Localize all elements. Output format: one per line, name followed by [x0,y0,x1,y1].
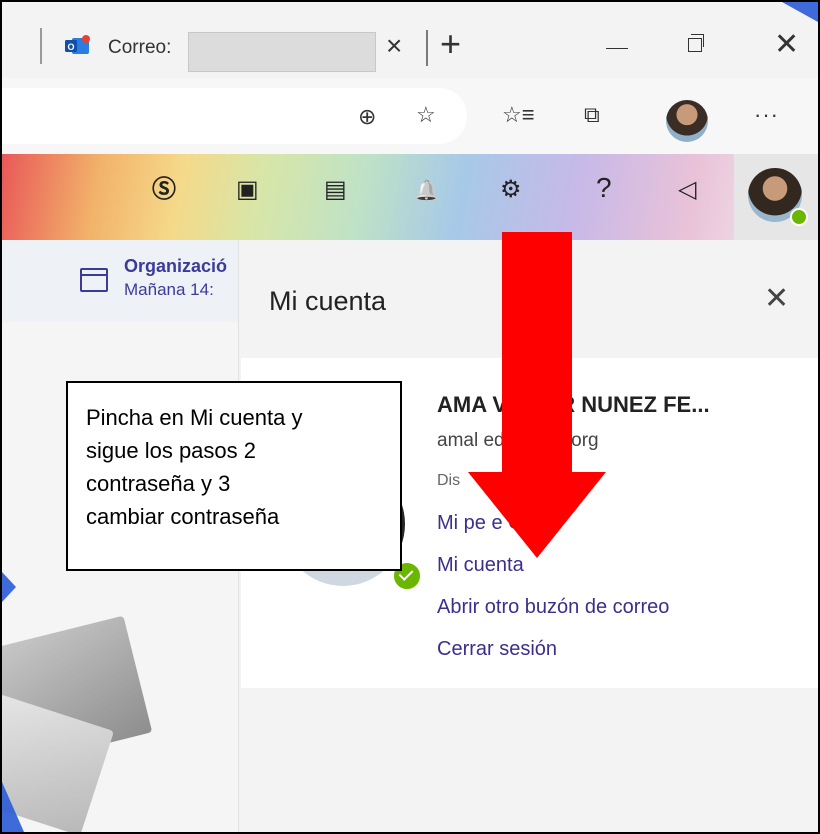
reminder-time: Mañana 14: [124,280,214,299]
browser-profile-avatar[interactable] [666,100,708,142]
sign-out-link[interactable]: Cerrar sesión [437,638,557,661]
browser-titlebar: O Correo: × + ✕ [2,2,818,78]
screenshot-frame: O Correo: × + ✕ ⊕ ☆ ☆≡ ⧉ ··· Ⓢ ▣ ▤ 🔔 ⚙ ?… [0,0,820,834]
tab-separator [40,28,42,64]
svg-text:O: O [67,42,74,52]
collections-icon[interactable]: ⧉ [584,104,600,126]
presence-available-icon [790,208,808,226]
panel-title: Mi cuenta [269,286,387,316]
favorite-star-icon[interactable]: ☆ [416,104,436,126]
callout-line: Pincha en Mi cuenta y [86,405,303,430]
tab-close-icon[interactable]: × [386,32,402,60]
help-icon[interactable]: ? [596,174,612,202]
favorites-list-icon[interactable]: ☆≡ [502,104,535,126]
callout-line: cambiar contraseña [86,504,280,529]
panel-close-icon[interactable]: ✕ [764,284,789,314]
calendar-icon [80,268,108,292]
minimize-icon[interactable] [606,48,628,49]
red-arrow-icon [468,232,606,558]
browser-toolbar: ⊕ ☆ ☆≡ ⧉ ··· [2,78,818,155]
more-icon[interactable]: ··· [754,104,779,126]
outlook-header: Ⓢ ▣ ▤ 🔔 ⚙ ? ◁ [2,154,818,240]
skype-icon[interactable]: Ⓢ [152,178,176,202]
tab-title-redaction [188,32,376,72]
reminder-title: Organizació [124,256,228,276]
add-icon[interactable]: ⊕ [358,106,376,128]
instruction-callout: Pincha en Mi cuenta y sigue los pasos 2 … [66,381,402,571]
outlook-icon: O [65,35,90,54]
address-bar[interactable] [2,88,467,144]
window-close-icon[interactable]: ✕ [774,30,799,60]
callout-line: contraseña y 3 [86,471,231,496]
settings-icon[interactable]: ⚙ [500,178,522,202]
calendar-check-icon[interactable]: ▤ [324,178,347,202]
open-other-mailbox-link[interactable]: Abrir otro buzón de correo [437,596,669,619]
tab-title[interactable]: Correo: [108,37,171,59]
new-tab-icon[interactable]: + [440,26,461,62]
callout-line: sigue los pasos 2 [86,438,256,463]
restore-icon[interactable] [688,34,704,52]
teams-icon[interactable]: ▣ [236,178,259,202]
bell-icon[interactable]: 🔔 [414,181,439,201]
account-button[interactable] [734,154,818,240]
calendar-reminder[interactable]: Organizació Mañana 14: [2,240,238,322]
megaphone-icon[interactable]: ◁ [678,178,696,202]
tab-separator [426,30,428,66]
